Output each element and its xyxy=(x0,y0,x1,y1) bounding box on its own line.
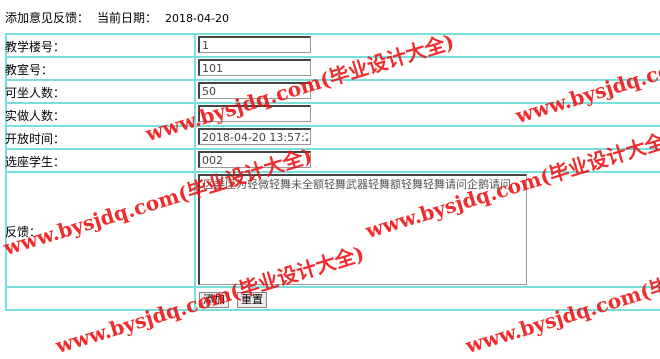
page-title: 添加意见反馈： xyxy=(5,11,90,25)
watermark-text: www.bysjdq.com(毕业设计大全) xyxy=(512,11,660,129)
room-label: 教室号： xyxy=(5,63,54,77)
actual-input[interactable] xyxy=(198,105,311,122)
actual-label: 实做人数： xyxy=(5,109,66,123)
open-time-input[interactable] xyxy=(198,128,311,145)
capacity-input[interactable] xyxy=(198,82,311,99)
feedback-label: 反馈： xyxy=(5,225,42,239)
table-border xyxy=(5,56,660,58)
feedback-textarea[interactable]: 区委区为轻微轻舞未全额轻舞武器轻舞额轻舞轻舞请问企鹅请问 xyxy=(198,174,527,285)
student-label: 选座学生： xyxy=(5,155,66,169)
building-label: 教学楼号： xyxy=(5,40,66,54)
table-border xyxy=(5,33,660,35)
table-border xyxy=(194,33,196,311)
open-time-label: 开放时间： xyxy=(5,132,66,146)
table-border xyxy=(5,148,660,150)
capacity-label: 可坐人数： xyxy=(5,86,66,100)
date-label: 当前日期： xyxy=(97,11,158,25)
table-border xyxy=(5,309,660,311)
room-input[interactable] xyxy=(198,59,311,76)
reset-button[interactable]: 重置 xyxy=(237,292,267,308)
table-border xyxy=(5,286,660,288)
table-border xyxy=(5,102,660,104)
student-input[interactable] xyxy=(198,151,311,168)
building-input[interactable] xyxy=(198,36,311,53)
add-button[interactable]: 添加 xyxy=(199,292,229,308)
date-value: 2018-04-20 xyxy=(165,12,229,25)
page-header: 添加意见反馈： 当前日期： 2018-04-20 xyxy=(5,9,229,26)
table-border xyxy=(5,171,660,173)
table-border xyxy=(5,79,660,81)
table-border xyxy=(5,125,660,127)
